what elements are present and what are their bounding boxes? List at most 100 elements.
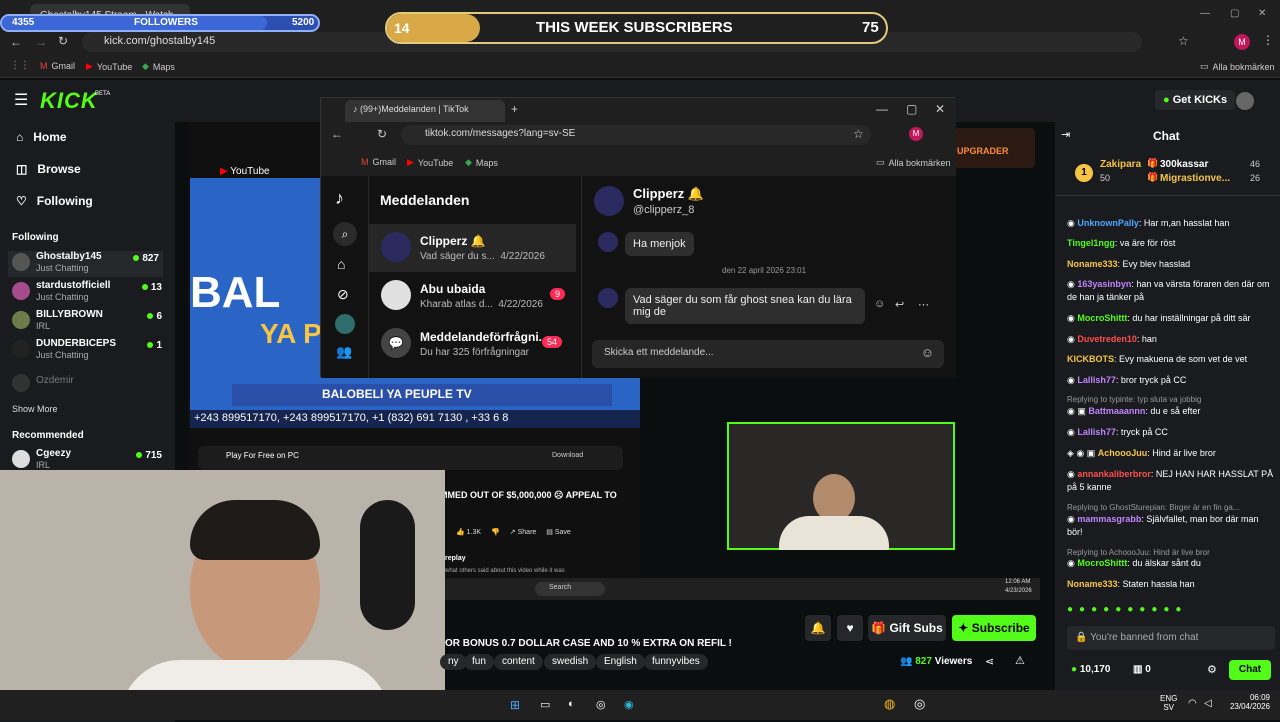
kicks-balance[interactable]: ● 10,170 bbox=[1071, 664, 1110, 675]
chat-username[interactable]: MocroShittt bbox=[1077, 313, 1127, 323]
like-button[interactable]: 👍 1.3K bbox=[456, 528, 481, 536]
user-avatar[interactable] bbox=[1236, 92, 1254, 110]
more-icon[interactable]: ⋯ bbox=[918, 298, 929, 311]
star-icon[interactable]: ☆ bbox=[853, 127, 864, 141]
reload-icon[interactable]: ↻ bbox=[58, 34, 68, 48]
start-icon[interactable]: ⊞ bbox=[510, 698, 520, 712]
following-item[interactable]: Ozdemir bbox=[12, 372, 162, 398]
bookmark-youtube[interactable]: ▶ YouTube bbox=[407, 157, 453, 168]
volume-icon[interactable]: ◁ bbox=[1204, 698, 1212, 709]
emoji-react-icon[interactable]: ☺ bbox=[874, 298, 885, 310]
chat-username[interactable]: Tingel1ngg bbox=[1067, 238, 1115, 248]
chat-username[interactable]: Noname333 bbox=[1067, 579, 1118, 589]
message-bubble[interactable]: Vad säger du som får ghost snea kan du l… bbox=[625, 288, 865, 324]
chat-username[interactable]: KICKBOTS bbox=[1067, 354, 1114, 364]
emoji-icon[interactable]: ☺ bbox=[921, 345, 934, 360]
minimize-icon[interactable]: — bbox=[876, 102, 888, 116]
notification-bell-button[interactable]: 🔔 bbox=[805, 615, 831, 641]
dislike-icon[interactable]: 👎 bbox=[491, 528, 500, 536]
chat-name[interactable]: Clipperz 🔔 bbox=[633, 186, 704, 202]
emote-icon[interactable]: ● bbox=[1067, 604, 1079, 615]
conversation-item[interactable]: Clipperz 🔔 Vad säger du s... 4/22/2026 bbox=[369, 224, 576, 272]
bookmark-youtube[interactable]: ▶ YouTube bbox=[86, 61, 132, 72]
nav-following[interactable]: ♡ Following bbox=[16, 194, 93, 208]
emote-icon[interactable]: ● bbox=[1151, 604, 1163, 615]
emote-icon[interactable]: ● bbox=[1079, 604, 1091, 615]
stream-tag[interactable]: English bbox=[596, 654, 645, 670]
emote-icon[interactable]: ● bbox=[1091, 604, 1103, 615]
tiktok-logo-icon[interactable]: ♪ bbox=[335, 188, 344, 209]
minimize-icon[interactable]: — bbox=[1200, 8, 1210, 19]
maximize-icon[interactable]: ▢ bbox=[906, 102, 917, 116]
subscribe-button[interactable]: ✦ Subscribe bbox=[952, 615, 1036, 641]
back-icon[interactable]: ← bbox=[10, 35, 22, 49]
chat-username[interactable]: AchoooJuu bbox=[1098, 448, 1148, 458]
chat-username[interactable]: Lallish77 bbox=[1077, 427, 1116, 437]
settings-gear-icon[interactable]: ⚙ bbox=[1207, 663, 1217, 676]
back-icon[interactable]: ← bbox=[331, 127, 343, 141]
gift-subs-button[interactable]: 🎁 Gift Subs bbox=[868, 615, 946, 641]
chat-username[interactable]: Noname333 bbox=[1067, 259, 1118, 269]
system-clock[interactable]: 06:09 23/04/2026 bbox=[1226, 693, 1270, 711]
chat-username[interactable]: Duvetreden10 bbox=[1077, 334, 1137, 344]
taskbar-app-icon[interactable]: ◐ bbox=[568, 698, 575, 710]
emote-icon[interactable]: ● bbox=[1139, 604, 1151, 615]
stream-tag[interactable]: content bbox=[494, 654, 543, 670]
save-button[interactable]: ▤ Save bbox=[546, 528, 571, 536]
close-icon[interactable]: ✕ bbox=[935, 102, 945, 116]
reply-icon[interactable]: ↩ bbox=[895, 298, 904, 311]
show-more-button[interactable]: Show More bbox=[12, 404, 58, 414]
emote-icon[interactable]: ● bbox=[1103, 604, 1115, 615]
live-icon[interactable] bbox=[335, 314, 355, 334]
explore-icon[interactable]: ⊘ bbox=[337, 286, 349, 303]
profile-avatar[interactable]: M bbox=[1234, 34, 1250, 50]
emote-icon[interactable]: ● bbox=[1115, 604, 1127, 615]
following-item[interactable]: Ghostalby145 Just Chatting 827 bbox=[8, 251, 163, 277]
conversation-item[interactable]: Abu ubaida Kharab atlas d... 4/22/2026 9 bbox=[369, 272, 576, 320]
taskbar-app-icon[interactable]: ▭ bbox=[540, 698, 550, 711]
bookmark-maps[interactable]: ◆ Maps bbox=[465, 157, 498, 168]
tiktok-tab[interactable]: ♪ (99+)Meddelanden | TikTok bbox=[345, 100, 505, 122]
following-item[interactable]: BILLYBROWN IRL 6 bbox=[12, 309, 162, 335]
close-icon[interactable]: ✕ bbox=[1258, 8, 1266, 19]
following-icon[interactable]: 👥 bbox=[336, 344, 352, 360]
profile-avatar[interactable]: M bbox=[909, 127, 923, 141]
taskbar-app-icon[interactable]: ◎ bbox=[596, 698, 606, 711]
message-input[interactable]: Skicka ett meddelande... ☺ bbox=[592, 340, 944, 368]
chat-send-button[interactable]: Chat bbox=[1229, 660, 1271, 680]
chat-username[interactable]: Battmaaannn bbox=[1088, 406, 1145, 416]
apps-icon[interactable]: ⋮⋮ bbox=[10, 60, 30, 71]
maximize-icon[interactable]: ▢ bbox=[1230, 8, 1239, 19]
chat-username[interactable]: mammasgrabb bbox=[1077, 514, 1141, 524]
report-icon[interactable]: ⚠ bbox=[1015, 654, 1025, 667]
star-icon[interactable]: ☆ bbox=[1178, 34, 1189, 48]
reload-icon[interactable]: ↻ bbox=[377, 127, 387, 141]
stream-tag[interactable]: fun bbox=[464, 654, 494, 670]
share-button[interactable]: ↗ Share bbox=[510, 528, 537, 536]
chat-username[interactable]: 163yasinbyn bbox=[1077, 279, 1131, 289]
get-kicks-button[interactable]: ● Get KICKs bbox=[1155, 90, 1236, 110]
bookmark-maps[interactable]: ◆ Maps bbox=[142, 61, 175, 72]
follow-heart-button[interactable]: ♥ bbox=[837, 615, 863, 641]
kick-logo[interactable]: KICK bbox=[40, 88, 98, 114]
points-balance[interactable]: ▥ 0 bbox=[1133, 664, 1151, 675]
ad-download-button[interactable]: Download bbox=[552, 452, 583, 459]
tiktok-address-bar[interactable]: tiktok.com/messages?lang=sv-SE bbox=[401, 125, 871, 145]
all-bookmarks[interactable]: ▭ Alla bokmärken bbox=[1200, 61, 1275, 72]
chat-username[interactable]: UnknownPally bbox=[1077, 218, 1139, 228]
chrome-icon[interactable]: ◍ bbox=[884, 696, 895, 712]
chat-username[interactable]: Lallish77 bbox=[1077, 375, 1116, 385]
emote-icon[interactable]: ● bbox=[1163, 604, 1175, 615]
stream-tag[interactable]: ny bbox=[440, 654, 467, 670]
chat-avatar[interactable] bbox=[594, 186, 624, 216]
wifi-icon[interactable]: ◠ bbox=[1188, 698, 1197, 709]
following-item[interactable]: DUNDERBICEPS Just Chatting 1 bbox=[12, 338, 162, 364]
bookmark-gmail[interactable]: M Gmail bbox=[361, 157, 396, 167]
obs-icon[interactable]: ◎ bbox=[914, 696, 925, 712]
menu-icon[interactable]: ⋮ bbox=[1262, 33, 1274, 47]
stream-tag[interactable]: swedish bbox=[544, 654, 597, 670]
search-icon[interactable]: ⌕ bbox=[333, 222, 357, 246]
bookmark-gmail[interactable]: M Gmail bbox=[40, 61, 75, 71]
forward-icon[interactable]: → bbox=[35, 35, 47, 49]
new-tab-icon[interactable]: + bbox=[511, 102, 518, 116]
